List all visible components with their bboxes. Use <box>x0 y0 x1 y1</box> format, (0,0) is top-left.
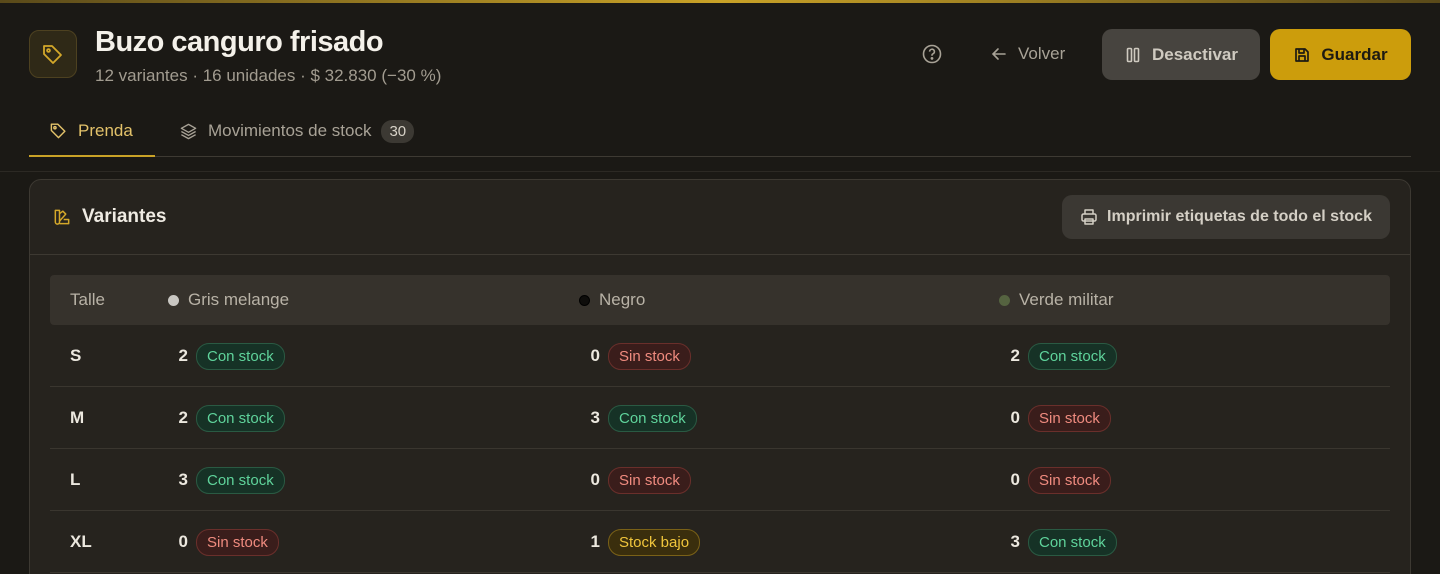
size-label: XL <box>70 532 92 551</box>
size-label: M <box>70 408 85 427</box>
variant-stock-cell[interactable]: 0 Sin stock <box>1008 387 1111 449</box>
save-label: Guardar <box>1321 44 1388 64</box>
stock-quantity: 0 <box>1010 408 1020 427</box>
variants-card: Variantes Imprimir etiquetas de todo el … <box>29 179 1411 574</box>
size-label: L <box>70 470 81 489</box>
stock-status-badge: Con stock <box>196 342 285 370</box>
back-label: Volver <box>1018 44 1066 63</box>
table-row: M 2 Con stock 3 Con stock 0 Sin stock <box>50 387 1390 449</box>
tab-stock-movements[interactable]: Movimientos de stock 30 <box>179 106 415 156</box>
stock-quantity: 0 <box>590 470 600 489</box>
deactivate-button[interactable]: Desactivar <box>1102 29 1260 80</box>
variant-stock-cell[interactable]: 0 Sin stock <box>588 325 691 387</box>
variant-stock-cell[interactable]: 0 Sin stock <box>588 449 691 511</box>
save-icon <box>1295 47 1310 62</box>
variant-stock-cell[interactable]: 0 Sin stock <box>176 511 279 573</box>
swatches-icon <box>54 209 70 225</box>
back-button[interactable]: Volver <box>990 41 1065 67</box>
stock-status-badge: Con stock <box>608 404 697 432</box>
table-row: L 3 Con stock 0 Sin stock 0 Sin stock <box>50 449 1390 511</box>
help-icon[interactable] <box>922 44 942 64</box>
stock-status-badge: Con stock <box>196 404 285 432</box>
stock-status-badge: Sin stock <box>608 466 691 494</box>
stock-status-badge: Con stock <box>1028 342 1117 370</box>
stock-quantity: 2 <box>1010 346 1020 365</box>
color-column-header: Gris melange <box>168 275 289 325</box>
page-title: Buzo canguro frisado <box>95 26 384 58</box>
print-label: Imprimir etiquetas de todo el stock <box>1107 208 1372 225</box>
color-swatch <box>579 294 590 306</box>
deactivate-label: Desactivar <box>1151 44 1238 64</box>
size-label: S <box>70 346 82 365</box>
table-row: XL 0 Sin stock 1 Stock bajo 3 Con stock <box>50 511 1390 573</box>
layers-icon <box>180 123 197 139</box>
variant-stock-cell[interactable]: 2 Con stock <box>1008 325 1117 387</box>
tab-prenda[interactable]: Prenda <box>29 106 155 157</box>
color-name: Gris melange <box>188 290 290 309</box>
tab-label: Prenda <box>78 120 133 140</box>
variants-title: Variantes <box>52 206 167 228</box>
stock-quantity: 0 <box>1010 470 1020 489</box>
variants-table-header: Talle Gris melange Negro Verde militar <box>50 275 1390 325</box>
color-swatch <box>999 294 1010 306</box>
table-row: S 2 Con stock 0 Sin stock 2 Con stock <box>50 325 1390 387</box>
product-tag-icon <box>29 30 77 78</box>
stock-quantity: 3 <box>590 408 600 427</box>
movements-count-badge: 30 <box>381 119 415 143</box>
top-accent-line <box>0 0 1440 3</box>
variant-stock-cell[interactable]: 2 Con stock <box>176 387 285 449</box>
product-summary: 12 variantes · 16 unidades · $ 32.830 (−… <box>95 66 442 85</box>
arrow-left-icon <box>991 48 1006 60</box>
variants-card-header: Variantes Imprimir etiquetas de todo el … <box>30 180 1410 255</box>
stock-quantity: 2 <box>178 346 188 365</box>
tab-bar: Prenda Movimientos de stock 30 <box>29 106 1411 157</box>
variant-stock-cell[interactable]: 1 Stock bajo <box>588 511 701 573</box>
printer-icon <box>1081 209 1097 225</box>
stock-status-badge: Stock bajo <box>608 528 701 556</box>
variant-stock-cell[interactable]: 3 Con stock <box>588 387 697 449</box>
stock-status-badge: Sin stock <box>1028 466 1111 494</box>
color-swatch <box>168 294 179 306</box>
stock-quantity: 0 <box>178 532 188 551</box>
color-column-header: Verde militar <box>999 275 1113 325</box>
stock-status-badge: Con stock <box>196 466 285 494</box>
stock-status-badge: Sin stock <box>1028 404 1111 432</box>
variant-stock-cell[interactable]: 0 Sin stock <box>1008 449 1111 511</box>
stock-status-badge: Sin stock <box>196 528 279 556</box>
stock-quantity: 3 <box>178 470 188 489</box>
pause-icon <box>1126 47 1140 62</box>
tab-label: Movimientos de stock <box>208 121 372 140</box>
color-name: Negro <box>599 290 646 309</box>
color-name: Verde militar <box>1019 290 1114 309</box>
stock-quantity: 0 <box>590 346 600 365</box>
stock-status-badge: Con stock <box>1028 528 1117 556</box>
save-button[interactable]: Guardar <box>1270 29 1411 80</box>
tag-icon <box>50 123 66 139</box>
variant-stock-cell[interactable]: 3 Con stock <box>176 449 285 511</box>
variants-title-label: Variantes <box>82 206 167 227</box>
variant-stock-cell[interactable]: 2 Con stock <box>176 325 285 387</box>
stock-quantity: 1 <box>590 532 600 551</box>
stock-quantity: 3 <box>1010 532 1020 551</box>
variant-stock-cell[interactable]: 3 Con stock <box>1008 511 1117 573</box>
size-column-header: Talle <box>70 275 105 325</box>
page-header: Buzo canguro frisado 12 variantes · 16 u… <box>29 26 1411 86</box>
color-column-header: Negro <box>579 275 645 325</box>
section-divider <box>0 171 1440 172</box>
stock-quantity: 2 <box>178 408 188 427</box>
size-header-label: Talle <box>70 290 105 309</box>
print-all-labels-button[interactable]: Imprimir etiquetas de todo el stock <box>1062 195 1390 239</box>
stock-status-badge: Sin stock <box>608 342 691 370</box>
